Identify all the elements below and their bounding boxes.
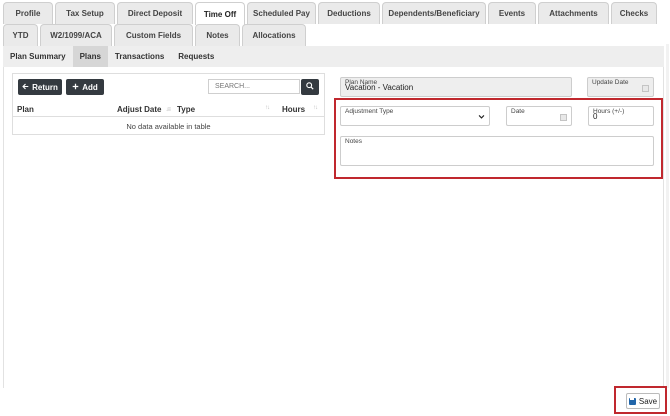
search-icon	[306, 82, 314, 92]
tab-time-off[interactable]: Time Off	[195, 2, 245, 25]
table-header: Plan Adjust Date ↓≡ Type ↑↓ Hours ↑↓	[13, 101, 324, 117]
tab-attachments[interactable]: Attachments	[538, 2, 609, 24]
tab-checks[interactable]: Checks	[611, 2, 657, 24]
tab-tax-setup[interactable]: Tax Setup	[55, 2, 115, 24]
notes-label: Notes	[345, 138, 362, 145]
date-field[interactable]: Date	[506, 106, 572, 126]
subnav-requests[interactable]: Requests	[171, 46, 221, 67]
tab-ytd[interactable]: YTD	[3, 24, 38, 46]
return-button[interactable]: Return	[18, 79, 62, 95]
save-button[interactable]: Save	[626, 393, 660, 409]
tab-w2-1099-aca[interactable]: W2/1099/ACA	[40, 24, 112, 46]
calendar-icon[interactable]	[560, 114, 567, 121]
tab-notes[interactable]: Notes	[195, 24, 240, 46]
subnav-plans[interactable]: Plans	[72, 46, 108, 67]
hours-field[interactable]: Hours (+/-) 0	[588, 106, 654, 126]
plan-name-value: Vacation - Vacation	[345, 83, 414, 92]
date-label: Date	[511, 108, 525, 115]
sort-icon: ↑↓	[265, 105, 270, 111]
plans-list-panel: Return Add Plan Adjust Date ↓≡ Type ↑↓ H…	[12, 73, 325, 135]
column-hours[interactable]: Hours	[282, 105, 305, 114]
scrollbar-track[interactable]	[666, 44, 669, 388]
save-label: Save	[638, 396, 658, 406]
plus-icon	[72, 83, 79, 92]
search-button[interactable]	[301, 79, 319, 95]
save-disk-icon	[628, 397, 636, 405]
return-label: Return	[32, 82, 58, 92]
arrow-left-icon	[22, 83, 29, 92]
add-label: Add	[82, 82, 98, 92]
update-date-label: Update Date	[592, 79, 629, 86]
column-plan[interactable]: Plan	[17, 105, 34, 114]
empty-table-message: No data available in table	[126, 121, 211, 131]
add-button[interactable]: Add	[66, 79, 104, 95]
adjustment-type-label: Adjustment Type	[345, 108, 394, 115]
sort-desc-icon: ↓≡	[165, 106, 170, 113]
calendar-icon	[642, 85, 649, 92]
tab-direct-deposit[interactable]: Direct Deposit	[117, 2, 193, 24]
chevron-down-icon	[478, 113, 485, 122]
tab-events[interactable]: Events	[488, 2, 536, 24]
column-plan-label: Plan	[17, 105, 34, 114]
subnav-plan-summary[interactable]: Plan Summary	[3, 46, 73, 67]
hours-label: Hours (+/-)	[593, 108, 625, 115]
notes-field[interactable]: Notes	[340, 136, 654, 166]
tab-custom-fields[interactable]: Custom Fields	[114, 24, 193, 46]
hours-value: 0	[593, 112, 598, 121]
update-date-field: Update Date	[587, 77, 654, 97]
column-adjust-date-label: Adjust Date	[117, 105, 162, 114]
tab-scheduled-pay[interactable]: Scheduled Pay	[247, 2, 316, 24]
search-input[interactable]	[208, 79, 300, 94]
tab-profile[interactable]: Profile	[3, 2, 53, 24]
column-hours-label: Hours	[282, 105, 306, 114]
sort-icon: ↑↓	[313, 105, 318, 111]
column-type-label: Type	[177, 105, 196, 114]
primary-tabs: Profile Tax Setup Direct Deposit Time Of…	[3, 2, 657, 25]
secondary-tabs: YTD W2/1099/ACA Custom Fields Notes Allo…	[3, 24, 306, 46]
column-type[interactable]: Type	[177, 105, 195, 114]
adjustment-type-select[interactable]: Adjustment Type	[340, 106, 490, 126]
column-adjust-date[interactable]: Adjust Date ↓≡	[117, 105, 171, 114]
tab-allocations[interactable]: Allocations	[242, 24, 306, 46]
subnav-transactions[interactable]: Transactions	[108, 46, 171, 67]
tab-dependents-beneficiary[interactable]: Dependents/Beneficiary	[382, 2, 486, 24]
tab-deductions[interactable]: Deductions	[318, 2, 380, 24]
time-off-subnav: Plan Summary Plans Transactions Requests	[3, 46, 664, 67]
plan-name-field: Plan Name Vacation - Vacation	[340, 77, 572, 97]
